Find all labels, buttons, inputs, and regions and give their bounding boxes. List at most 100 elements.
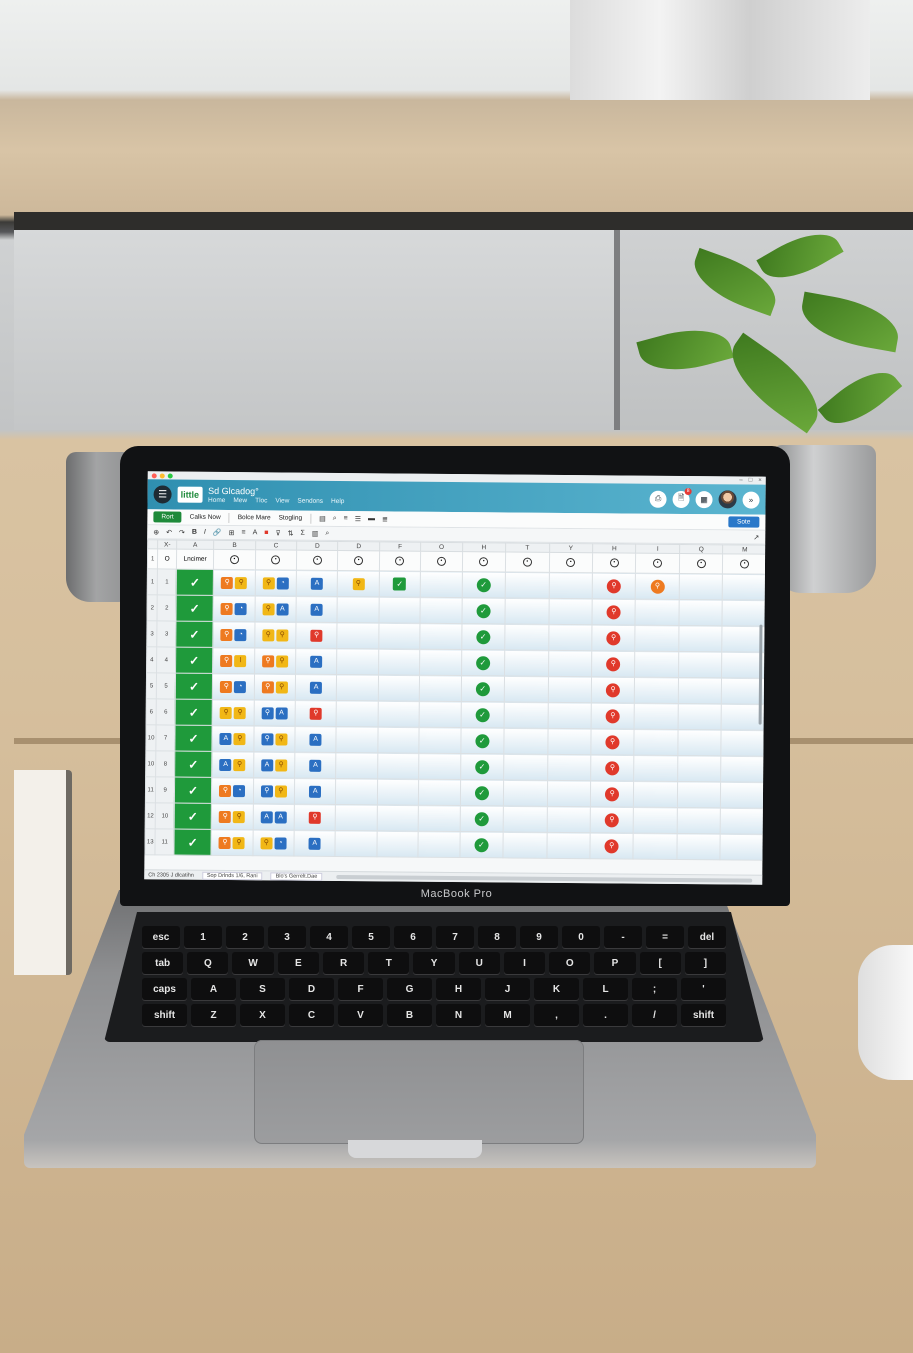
status-cell[interactable]: ✓ (460, 727, 505, 754)
cell[interactable] (635, 599, 680, 626)
column-header[interactable]: X- (157, 539, 177, 550)
check-cell[interactable]: ✓ (173, 829, 212, 856)
cell[interactable] (547, 702, 592, 729)
cell[interactable] (678, 599, 723, 626)
cell[interactable]: • (548, 552, 593, 573)
column-header[interactable]: A (176, 540, 214, 550)
check-cell[interactable]: ✓ (175, 647, 213, 674)
column-header[interactable]: I (636, 544, 680, 554)
cell[interactable]: A ⚲ (212, 725, 254, 752)
more-icon[interactable]: » (742, 491, 760, 509)
align-icon[interactable]: ≡ (344, 515, 348, 523)
cell[interactable]: A (294, 726, 337, 753)
ribbon-item-calks-now[interactable]: Calks Now (190, 514, 221, 521)
cell[interactable] (635, 625, 679, 652)
cell[interactable] (335, 830, 377, 857)
row-index[interactable]: 2 (157, 594, 177, 622)
cell[interactable]: • (379, 550, 421, 572)
row-index[interactable]: 11 (155, 828, 175, 856)
column-header[interactable]: T (505, 542, 550, 553)
undo-icon[interactable]: ↶ (166, 528, 172, 536)
check-cell[interactable]: ✓ (176, 569, 214, 596)
row-number[interactable]: 11 (145, 776, 156, 803)
check-cell[interactable]: ✓ (175, 699, 213, 726)
row-number[interactable]: 10 (145, 724, 157, 751)
link-icon[interactable]: 🔗 (213, 528, 222, 536)
cell[interactable] (504, 701, 548, 729)
cell[interactable]: A (294, 752, 337, 779)
close-dot[interactable] (151, 472, 157, 478)
menu-help[interactable]: Help (331, 498, 344, 505)
cell[interactable]: A ⚲ (253, 751, 295, 779)
cell[interactable] (503, 753, 548, 781)
sort-icon[interactable]: ⇅ (288, 529, 294, 537)
check-cell[interactable]: ✓ (174, 777, 212, 804)
cell[interactable]: A (295, 674, 337, 701)
cell[interactable]: • (337, 550, 380, 571)
row-index[interactable]: 8 (155, 750, 175, 778)
status-cell[interactable]: ✓ (461, 597, 506, 624)
alert-cell[interactable]: ⚲ (589, 832, 634, 860)
cell[interactable] (548, 624, 592, 651)
cell[interactable] (336, 752, 378, 779)
cell[interactable] (336, 648, 379, 675)
alert-cell[interactable]: ⚲ (590, 780, 635, 808)
cell[interactable] (335, 804, 378, 831)
row-number[interactable]: 1 (147, 548, 158, 569)
status-cell[interactable]: ✓ (459, 805, 504, 832)
cell[interactable]: ⚲ ⚲ (213, 569, 256, 596)
cell[interactable]: A (296, 570, 338, 597)
menu-mew[interactable]: Mew (233, 497, 247, 504)
header-row-number[interactable]: O (157, 548, 177, 570)
cell[interactable]: ⚲ (635, 573, 680, 600)
row-number[interactable]: 1 (147, 568, 158, 595)
row-number[interactable]: 3 (146, 620, 158, 647)
row-index[interactable]: 7 (156, 724, 176, 752)
cell[interactable]: ⚲ ⚲ (253, 673, 296, 701)
cell[interactable] (634, 703, 679, 730)
column-header[interactable]: D (296, 541, 339, 551)
cell[interactable] (721, 729, 766, 757)
cell[interactable] (677, 729, 722, 756)
sheet-tab-1[interactable]: Sop Drlnds 1/6, Rani (201, 871, 263, 880)
cell[interactable]: • (635, 553, 680, 574)
cell[interactable] (503, 727, 548, 755)
cell[interactable] (677, 755, 722, 782)
present-icon[interactable]: ⎙ (649, 490, 667, 508)
check-cell[interactable]: ✓ (175, 673, 213, 700)
status-cell[interactable]: ✓ (460, 701, 505, 728)
cell[interactable] (419, 623, 462, 650)
column-header[interactable]: Q (679, 544, 724, 554)
check-cell[interactable]: ✓ (175, 595, 214, 622)
cell[interactable] (634, 755, 678, 782)
cell[interactable]: ⚲ ⚲ (211, 829, 253, 856)
row-index[interactable]: 3 (157, 620, 176, 648)
column-header[interactable]: F (379, 541, 421, 552)
status-cell[interactable]: ✓ (461, 623, 506, 650)
window-close[interactable]: × (758, 478, 762, 484)
cell[interactable]: ✓ (378, 570, 421, 598)
share-button[interactable]: Sote (727, 516, 760, 528)
alert-cell[interactable]: ⚲ (591, 624, 636, 652)
row-index[interactable]: 1 (157, 568, 177, 596)
row-number[interactable]: 12 (145, 802, 156, 829)
cell[interactable]: ⚲ (295, 700, 337, 727)
cell[interactable]: A (293, 830, 336, 857)
grid-icon[interactable]: ▦ (695, 490, 713, 508)
menu-view[interactable]: View (275, 497, 289, 504)
column-header[interactable]: B (213, 540, 256, 550)
cell[interactable] (337, 622, 379, 649)
row-number[interactable]: 13 (144, 828, 156, 855)
cell[interactable] (376, 830, 419, 858)
italic-icon[interactable]: I (204, 529, 206, 536)
list-icon[interactable]: ☰ (355, 515, 361, 523)
cell[interactable] (419, 675, 462, 702)
cell[interactable] (336, 700, 379, 727)
cell[interactable]: ⚲ (294, 804, 336, 831)
bold-icon[interactable]: B (192, 529, 197, 536)
row-number[interactable]: 10 (145, 750, 157, 777)
status-cell[interactable]: ✓ (461, 649, 505, 676)
wrap-icon[interactable]: ≡ (241, 529, 245, 536)
cell[interactable]: ⚲ ◔ (211, 777, 254, 804)
cell[interactable] (720, 781, 765, 809)
